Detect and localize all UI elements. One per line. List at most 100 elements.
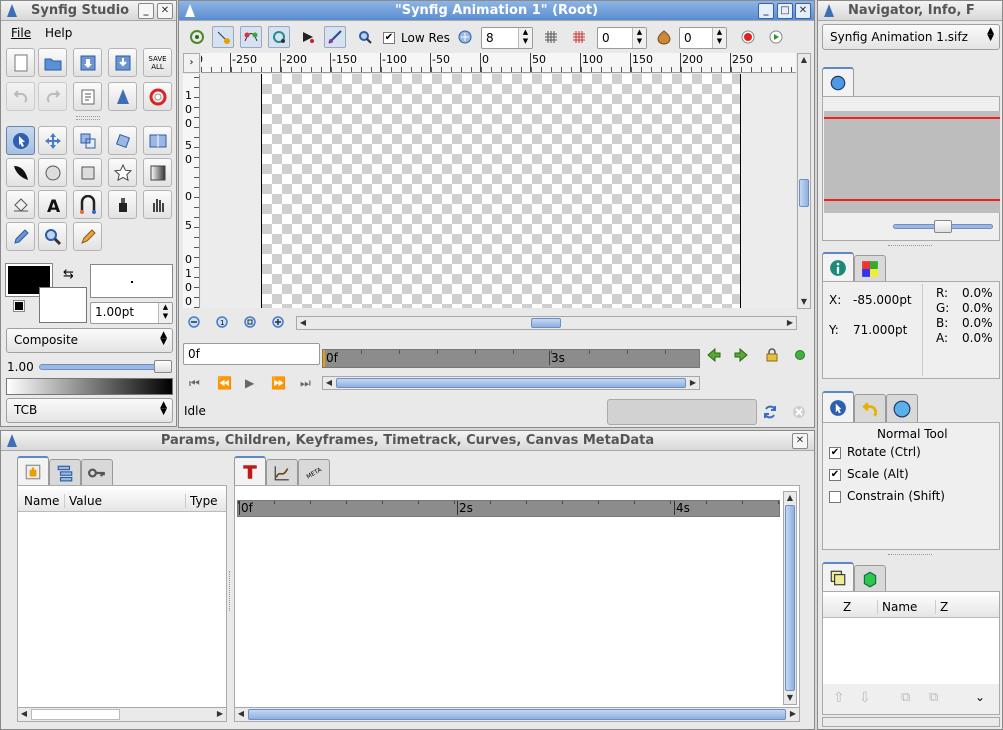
bline-tool[interactable] [73,190,102,219]
pane-separator[interactable] [888,245,932,246]
prev-keyframe-button[interactable] [703,344,725,366]
rectangle-tool[interactable] [73,158,102,187]
toggle-render-button[interactable] [354,26,376,48]
stop-render-button[interactable] [788,401,810,423]
horizontal-ruler[interactable]: 300-250-200-150-100-50050100150200250 [201,53,796,73]
future-onion-spin-icon[interactable]: ▲ ▼ [712,28,726,48]
past-onion-spin-icon[interactable]: ▲ ▼ [632,28,646,48]
sketch-tool[interactable] [143,190,172,219]
spline-tool[interactable] [6,158,35,187]
canvas-checkerboard[interactable] [261,74,741,308]
layers-horizontal-scrollbar[interactable] [822,717,1000,727]
params-close-button[interactable]: ✕ [792,433,808,449]
refresh-button[interactable] [759,401,781,423]
current-time-field[interactable]: 0f [183,343,320,365]
swap-colors-icon[interactable]: ⇆ [63,267,74,282]
seek-prev-frame-icon[interactable]: ⏪ [217,376,232,390]
show-width-button[interactable] [324,26,346,48]
show-guides-button[interactable] [186,26,208,48]
save-as-button[interactable] [108,48,137,77]
opacity-slider[interactable] [39,360,172,373]
show-grid-button[interactable] [540,26,562,48]
resolution-field[interactable]: 8 ▲ ▼ [481,27,533,49]
tab-history[interactable] [854,394,886,423]
onion-skin-button[interactable] [653,26,675,48]
setup-button[interactable] [73,82,102,111]
future-onion-field[interactable]: 0 ▲ ▼ [679,27,727,49]
more-actions-chevron-down-icon[interactable]: ⌄ [975,690,985,704]
scroll-down-icon[interactable]: ▼ [784,692,796,704]
pane-handle[interactable] [229,571,230,611]
scroll-right-icon[interactable]: ▶ [214,708,226,720]
pane-separator[interactable] [888,554,932,555]
circle-tool[interactable] [38,158,67,187]
tab-children[interactable] [49,459,81,486]
render-button[interactable] [737,26,759,48]
scroll-up-icon[interactable]: ▲ [784,492,796,504]
canvas-vscroll-thumb[interactable] [799,179,809,207]
zoom-in-button[interactable] [268,312,290,334]
keyframe-lock-button[interactable] [761,344,783,366]
scale-checkbox[interactable]: ✔ [829,469,841,481]
star-tool[interactable] [108,158,137,187]
canvas-minimize-button[interactable]: _ [758,3,774,19]
canvas-titlebar[interactable]: "Synfig Animation 1" (Root) _ □ ✕ [179,1,814,21]
tab-palette[interactable] [854,255,886,282]
timetrack-vertical-scrollbar[interactable]: ▲ ▼ [783,491,797,705]
width-spin-icon[interactable]: ▲ ▼ [158,303,172,323]
save-all-button[interactable]: SAVE ALL [143,48,172,77]
canvas-file-combo[interactable]: Synfig Animation 1.sifz ▲ ▼ [822,24,1000,50]
reset-colors-icon[interactable] [13,300,25,312]
eyedrop-tool[interactable] [108,190,137,219]
zoom-out-button[interactable] [184,312,206,334]
canvas-horizontal-scrollbar[interactable]: ◀ ▶ [296,316,797,330]
time-zoom-thumb[interactable] [336,378,686,388]
tab-canvas-browser[interactable] [886,394,918,423]
layers-col-z2[interactable]: Z [935,600,948,614]
timetrack-horizontal-scrollbar[interactable]: ◀ ▶ [235,707,799,721]
toolbox-titlebar[interactable]: Synfig Studio _ ✕ [1,1,176,21]
timetrack-vscroll-thumb[interactable] [785,505,795,691]
redo-button[interactable] [38,82,67,111]
opacity-slider-handle[interactable] [154,360,172,373]
canvas-maximize-button[interactable]: □ [777,3,793,19]
snap-grid-button[interactable] [568,26,590,48]
canvas-viewport[interactable] [201,74,796,308]
undo-button[interactable] [6,82,35,111]
params-titlebar[interactable]: Params, Children, Keyframes, Timetrack, … [1,431,814,451]
canvas-close-button[interactable]: ✕ [795,3,811,19]
about-button[interactable] [108,82,137,111]
timetrack-hscroll-thumb[interactable] [248,709,786,720]
preview-button[interactable] [765,26,787,48]
open-file-button[interactable] [38,48,67,77]
navigator-preview[interactable] [824,111,1000,213]
tab-navigator[interactable] [822,67,854,97]
zoom-tool[interactable] [38,222,67,251]
width-field[interactable]: 1.00pt ▲ ▼ [90,302,173,324]
next-keyframe-button[interactable] [730,344,752,366]
smooth-move-tool[interactable] [38,126,67,155]
fill-tool[interactable] [6,190,35,219]
ruler-corner[interactable]: › [183,53,200,73]
params-hscroll-track[interactable] [31,709,120,720]
text-tool[interactable]: A [38,190,67,219]
blend-method-combo[interactable]: Composite ▲ ▼ [6,328,173,353]
scroll-right-icon[interactable]: ▶ [784,317,796,329]
seek-begin-icon[interactable]: ⏮ [189,376,200,391]
tab-canvas-metadata[interactable]: META [298,459,330,486]
resolution-icon-button[interactable] [454,26,476,48]
fill-color-swatch[interactable] [39,287,87,323]
time-slider[interactable]: 0f 3s [322,349,700,368]
show-tangent-button[interactable] [268,26,290,48]
tab-params[interactable] [17,456,49,486]
toolbox-close-button[interactable]: ✕ [157,3,173,19]
rotate-tool[interactable] [108,126,137,155]
scroll-right-icon[interactable]: ▶ [687,377,699,389]
params-col-name[interactable]: Name [24,494,59,508]
scroll-up-icon[interactable]: ▲ [798,54,810,66]
show-ducks-button[interactable] [212,26,234,48]
play-icon[interactable]: ▶ [245,376,254,390]
resolution-spin-icon[interactable]: ▲ ▼ [518,28,532,48]
encapsulate-layer-icon[interactable]: ⧉ [929,690,938,705]
interpolation-combo[interactable]: TCB ▲ ▼ [6,398,173,423]
